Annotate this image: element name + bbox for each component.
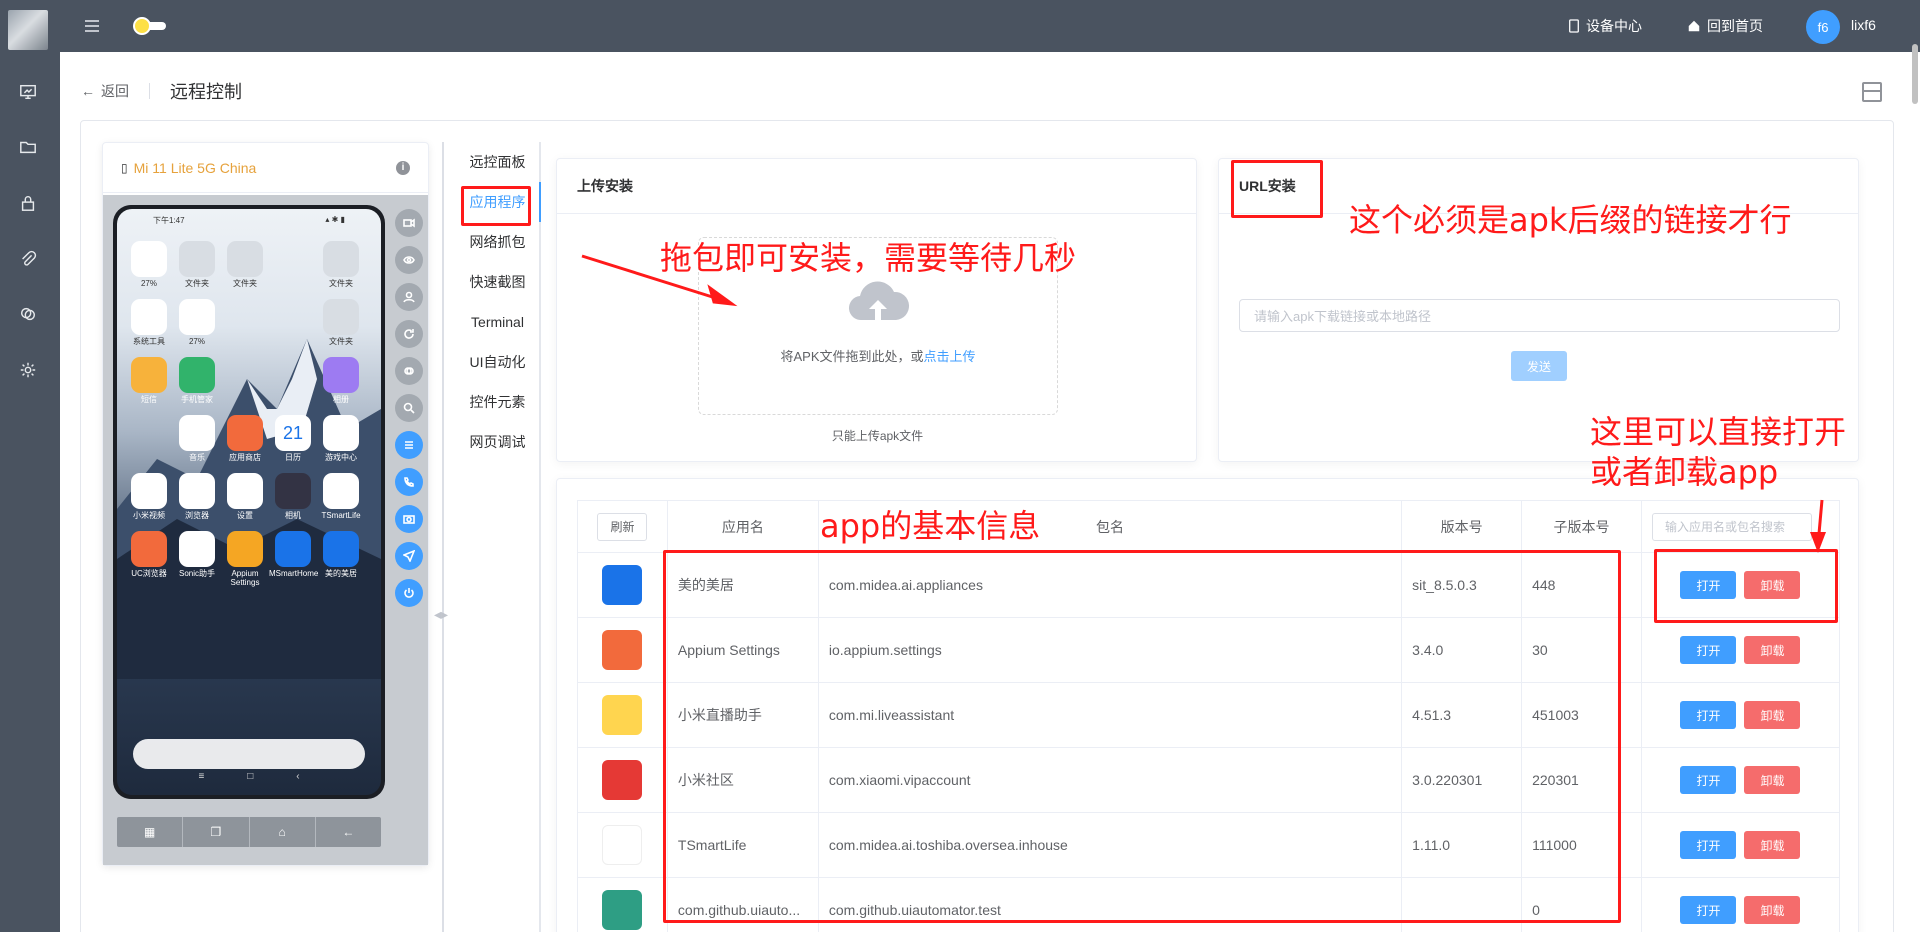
annotation-box-applications-tab: [461, 186, 531, 226]
annotation-drag-install: 拖包即可安装，需要等待几秒: [660, 239, 1077, 277]
annotation-url-note: 这个必须是apk后缀的链接才行: [1349, 201, 1792, 239]
annotation-box-url-install: [1231, 160, 1323, 218]
annotation-direct-open-line2: 或者卸载app: [1590, 453, 1779, 491]
annotation-box-actions: [1654, 549, 1838, 623]
annotation-basic-info: app的基本信息: [820, 507, 1041, 545]
annotation-direct-open-line1: 这里可以直接打开: [1590, 413, 1847, 451]
annotation-box-app-info: [663, 550, 1621, 923]
